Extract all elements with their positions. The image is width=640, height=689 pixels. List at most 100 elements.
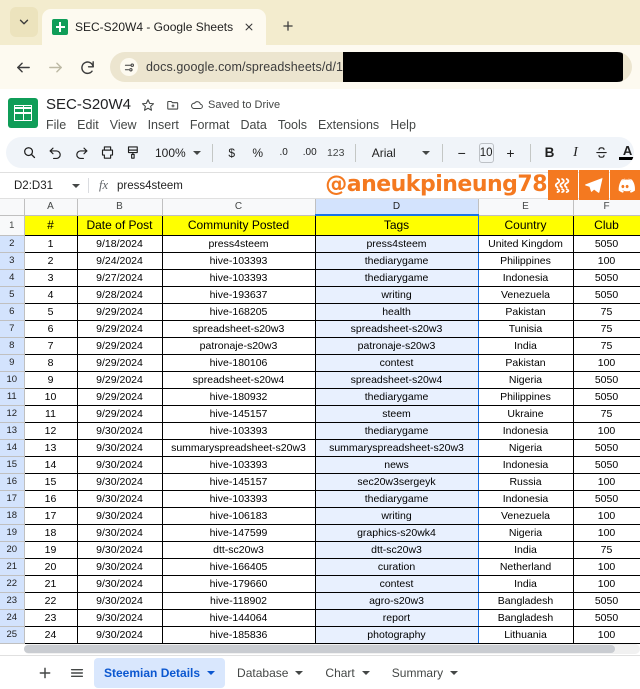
percent-format-button[interactable]: % <box>245 140 271 166</box>
sheet-tab-database[interactable]: Database <box>227 658 313 688</box>
data-cell-date[interactable]: 9/30/2024 <box>76 609 163 627</box>
data-cell-country[interactable]: Nigeria <box>477 524 574 542</box>
data-cell-community[interactable]: press4steem <box>161 235 316 253</box>
more-formats-button[interactable]: 123 <box>323 140 349 166</box>
data-cell-date[interactable]: 9/30/2024 <box>76 558 163 576</box>
data-cell-country[interactable]: Venezuela <box>477 507 574 525</box>
row-header[interactable]: 3 <box>0 252 25 270</box>
chevron-down-icon[interactable] <box>295 670 304 675</box>
data-cell-community[interactable]: hive-145157 <box>161 473 316 491</box>
data-cell-club[interactable]: 5050 <box>572 371 640 389</box>
data-cell-country[interactable]: Bangladesh <box>477 592 574 610</box>
steem-icon[interactable] <box>548 169 578 200</box>
data-cell-club[interactable]: 5050 <box>572 439 640 457</box>
data-cell-number[interactable]: 10 <box>23 388 78 406</box>
data-cell-country[interactable]: Venezuela <box>477 286 574 304</box>
bold-button[interactable]: B <box>537 140 563 166</box>
data-cell-club[interactable]: 5050 <box>572 286 640 304</box>
row-header[interactable]: 6 <box>0 303 25 321</box>
data-cell-date[interactable]: 9/30/2024 <box>76 626 163 644</box>
row-header[interactable]: 24 <box>0 609 25 627</box>
decrease-font-size-button[interactable]: − <box>449 140 475 166</box>
data-cell-club[interactable]: 100 <box>572 626 640 644</box>
column-header-a[interactable]: A <box>24 199 78 216</box>
zoom-level-dropdown[interactable]: 100% <box>146 146 206 160</box>
address-bar[interactable]: docs.google.com/spreadsheets/d/1H <box>110 52 632 82</box>
data-cell-club[interactable]: 100 <box>572 575 640 593</box>
column-header-d[interactable]: D <box>315 199 479 216</box>
search-icon[interactable] <box>16 140 42 166</box>
data-cell-number[interactable]: 18 <box>23 524 78 542</box>
telegram-icon[interactable] <box>579 169 609 200</box>
data-cell-community[interactable]: hive-144064 <box>161 609 316 627</box>
row-header[interactable]: 25 <box>0 626 25 644</box>
print-icon[interactable] <box>94 140 120 166</box>
data-cell-date[interactable]: 9/30/2024 <box>76 541 163 559</box>
data-cell-community[interactable]: hive-103393 <box>161 252 316 270</box>
row-header[interactable]: 18 <box>0 507 25 525</box>
data-cell-tags[interactable]: summaryspreadsheet-s20w3 <box>314 439 479 457</box>
data-cell-community[interactable]: hive-118902 <box>161 592 316 610</box>
data-cell-number[interactable]: 8 <box>23 354 78 372</box>
data-cell-club[interactable]: 100 <box>572 524 640 542</box>
data-cell-number[interactable]: 6 <box>23 320 78 338</box>
data-cell-date[interactable]: 9/29/2024 <box>76 371 163 389</box>
all-sheets-hamburger-icon[interactable] <box>62 658 92 688</box>
data-cell-club[interactable]: 5050 <box>572 592 640 610</box>
data-cell-club[interactable]: 100 <box>572 252 640 270</box>
row-header[interactable]: 17 <box>0 490 25 508</box>
row-header[interactable]: 22 <box>0 575 25 593</box>
data-cell-community[interactable]: spreadsheet-s20w3 <box>161 320 316 338</box>
new-tab-button[interactable] <box>274 12 302 40</box>
data-cell-community[interactable]: hive-103393 <box>161 269 316 287</box>
data-cell-date[interactable]: 9/30/2024 <box>76 524 163 542</box>
currency-format-button[interactable]: $ <box>219 140 245 166</box>
data-cell-tags[interactable]: spreadsheet-s20w4 <box>314 371 479 389</box>
data-cell-club[interactable]: 75 <box>572 320 640 338</box>
data-cell-community[interactable]: hive-185836 <box>161 626 316 644</box>
menu-tools[interactable]: Tools <box>278 118 307 132</box>
data-cell-tags[interactable]: report <box>314 609 479 627</box>
data-cell-date[interactable]: 9/30/2024 <box>76 456 163 474</box>
increase-font-size-button[interactable]: + <box>498 140 524 166</box>
data-cell-tags[interactable]: steem <box>314 405 479 423</box>
sheet-tab-summary[interactable]: Summary <box>382 658 468 688</box>
data-cell-number[interactable]: 16 <box>23 490 78 508</box>
row-header[interactable]: 2 <box>0 235 25 253</box>
folder-move-icon[interactable] <box>165 97 181 113</box>
data-cell-community[interactable]: summaryspreadsheet-s20w3 <box>161 439 316 457</box>
paint-format-icon[interactable] <box>120 140 146 166</box>
data-cell-country[interactable]: India <box>477 541 574 559</box>
italic-button[interactable]: I <box>563 140 589 166</box>
sheet-tab-steemian-details[interactable]: Steemian Details <box>94 657 226 688</box>
data-cell-date[interactable]: 9/30/2024 <box>76 439 163 457</box>
forward-arrow-icon[interactable] <box>40 52 70 82</box>
data-cell-number[interactable]: 9 <box>23 371 78 389</box>
data-cell-club[interactable]: 5050 <box>572 235 640 253</box>
document-title[interactable]: SEC-S20W4 <box>46 96 131 113</box>
data-cell-country[interactable]: Indonesia <box>477 456 574 474</box>
row-header[interactable]: 23 <box>0 592 25 610</box>
data-cell-club[interactable]: 100 <box>572 422 640 440</box>
data-cell-country[interactable]: India <box>477 575 574 593</box>
data-cell-community[interactable]: patronaje-s20w3 <box>161 337 316 355</box>
menu-extensions[interactable]: Extensions <box>318 118 379 132</box>
data-cell-number[interactable]: 17 <box>23 507 78 525</box>
data-cell-tags[interactable]: spreadsheet-s20w3 <box>314 320 479 338</box>
text-color-button[interactable]: A <box>615 140 634 166</box>
chevron-down-icon[interactable] <box>361 670 370 675</box>
data-cell-country[interactable]: Indonesia <box>477 269 574 287</box>
data-cell-community[interactable]: hive-180106 <box>161 354 316 372</box>
data-cell-country[interactable]: Philippines <box>477 252 574 270</box>
row-header[interactable]: 20 <box>0 541 25 559</box>
data-cell-date[interactable]: 9/30/2024 <box>76 592 163 610</box>
tab-search-chevron-down-icon[interactable] <box>10 7 38 37</box>
star-icon[interactable] <box>140 97 156 113</box>
data-cell-number[interactable]: 13 <box>23 439 78 457</box>
data-cell-number[interactable]: 15 <box>23 473 78 491</box>
data-cell-country[interactable]: Philippines <box>477 388 574 406</box>
data-cell-country[interactable]: United Kingdom <box>477 235 574 253</box>
data-cell-number[interactable]: 5 <box>23 303 78 321</box>
chevron-down-icon[interactable] <box>207 670 216 675</box>
row-header[interactable]: 14 <box>0 439 25 457</box>
